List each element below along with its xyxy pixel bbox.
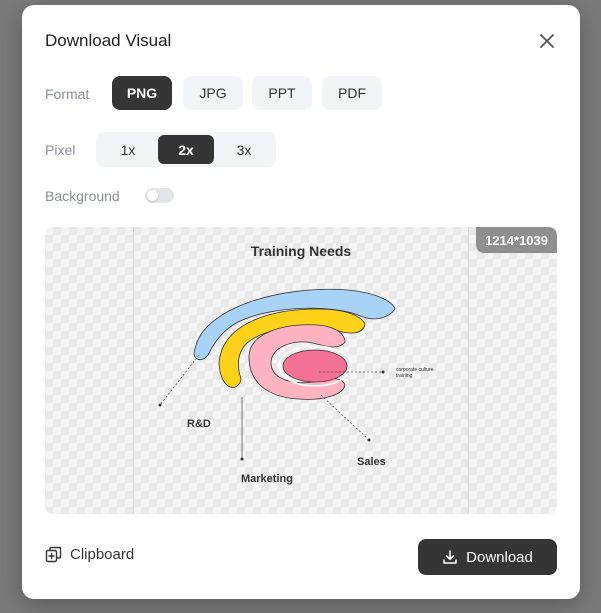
pixel-segmented-control: 1x 2x 3x: [96, 132, 276, 167]
download-icon: [443, 550, 457, 564]
dialog-title: Download Visual: [45, 31, 172, 50]
rd-label: R&D: [187, 418, 211, 430]
rd-leader-dot: [158, 403, 162, 407]
close-icon[interactable]: [538, 32, 556, 50]
format-jpg-button[interactable]: JPG: [183, 76, 243, 110]
download-dialog: Download Visual Format PNG JPG PPT PDF P…: [22, 5, 580, 599]
clipboard-icon: [45, 546, 62, 563]
pixel-2x-button[interactable]: 2x: [158, 135, 214, 164]
culture-leader-dot: [381, 370, 385, 374]
pixel-label: Pixel: [45, 142, 76, 158]
pixel-1x-button[interactable]: 1x: [100, 135, 156, 164]
marketing-leader-dot: [240, 457, 244, 461]
format-label: Format: [45, 86, 90, 102]
rd-leader-line: [159, 354, 200, 406]
preview-area: Training Needs R&D Marketing Sales corpo: [45, 227, 557, 514]
pixel-3x-button[interactable]: 3x: [216, 135, 272, 164]
sales-leader-dot: [367, 438, 371, 442]
culture-label-line2: training: [396, 373, 413, 379]
background-toggle[interactable]: [145, 188, 174, 203]
download-button[interactable]: Download: [418, 539, 557, 575]
format-pdf-button[interactable]: PDF: [322, 76, 382, 110]
download-label: Download: [466, 548, 533, 566]
chart-title: Training Needs: [251, 243, 352, 259]
clipboard-label: Clipboard: [70, 546, 135, 563]
marketing-label: Marketing: [241, 473, 293, 485]
format-png-button[interactable]: PNG: [112, 76, 172, 110]
culture-ellipse: [282, 349, 348, 383]
dimensions-badge: 1214*1039: [476, 227, 557, 253]
sales-label: Sales: [357, 456, 386, 468]
toggle-knob: [147, 190, 158, 201]
format-ppt-button[interactable]: PPT: [252, 76, 312, 110]
background-label: Background: [45, 188, 120, 204]
training-needs-chart: Training Needs R&D Marketing Sales corpo: [158, 243, 434, 485]
sales-leader-line: [320, 394, 370, 441]
clipboard-button[interactable]: Clipboard: [45, 546, 134, 563]
